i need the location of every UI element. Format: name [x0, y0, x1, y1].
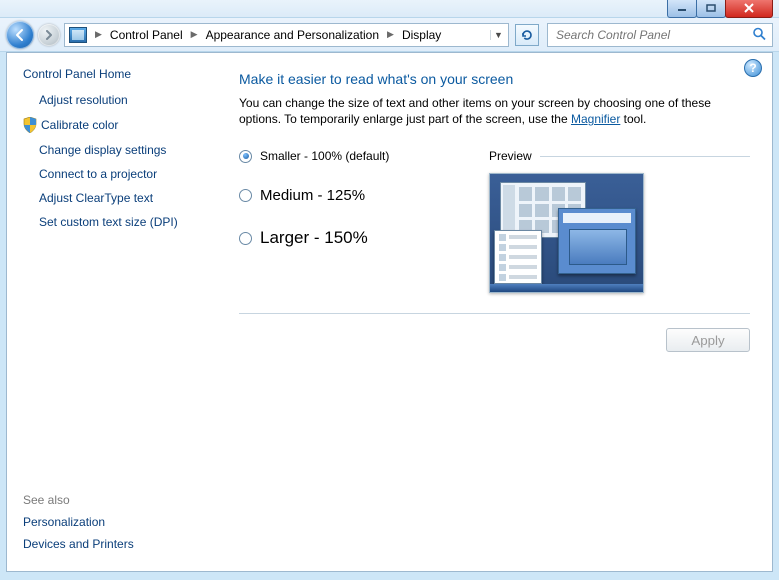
- maximize-button[interactable]: [696, 0, 726, 18]
- search-input[interactable]: [554, 27, 766, 43]
- chevron-right-icon[interactable]: ▶: [381, 29, 400, 40]
- address-dropdown-icon[interactable]: ▼: [490, 30, 506, 40]
- see-also-devices-printers[interactable]: Devices and Printers: [23, 537, 134, 551]
- page-title: Make it easier to read what's on your sc…: [239, 71, 750, 87]
- control-panel-home-link[interactable]: Control Panel Home: [23, 67, 207, 81]
- client-area: Control Panel Home Adjust resolution Cal…: [6, 52, 773, 572]
- desc-text-post: tool.: [620, 112, 646, 126]
- preview-taskbar-icon: [490, 284, 643, 292]
- scale-option-label: Smaller - 100% (default): [260, 149, 389, 163]
- breadcrumb-item[interactable]: Appearance and Personalization: [204, 28, 381, 42]
- see-also-label: See also: [23, 493, 134, 507]
- divider: [239, 313, 750, 314]
- scale-options: Smaller - 100% (default) Medium - 125% L…: [239, 149, 489, 293]
- window-caption-buttons: [668, 0, 773, 18]
- refresh-button[interactable]: [515, 24, 539, 46]
- scale-option-smaller[interactable]: Smaller - 100% (default): [239, 149, 489, 163]
- address-breadcrumb[interactable]: ▶ Control Panel ▶ Appearance and Persona…: [64, 23, 509, 47]
- preview-window-icon: [558, 208, 636, 274]
- navigation-toolbar: ▶ Control Panel ▶ Appearance and Persona…: [0, 18, 779, 52]
- window-titlebar: [0, 0, 779, 18]
- sidebar-link-adjust-resolution[interactable]: Adjust resolution: [39, 93, 207, 107]
- sidebar-link-calibrate-color[interactable]: Calibrate color: [23, 117, 207, 133]
- control-panel-icon: [69, 27, 87, 43]
- magnifier-link[interactable]: Magnifier: [571, 112, 620, 126]
- preview-label: Preview: [489, 149, 532, 163]
- minimize-button[interactable]: [667, 0, 697, 18]
- search-box[interactable]: [547, 23, 773, 47]
- scale-option-label: Medium - 125%: [260, 187, 365, 204]
- preview-image: [489, 173, 644, 293]
- divider: [540, 156, 750, 157]
- scale-option-larger[interactable]: Larger - 150%: [239, 228, 489, 248]
- sidebar: Control Panel Home Adjust resolution Cal…: [7, 53, 217, 571]
- see-also-personalization[interactable]: Personalization: [23, 515, 134, 529]
- close-button[interactable]: [725, 0, 773, 18]
- forward-button[interactable]: [38, 24, 60, 46]
- radio-icon: [239, 189, 252, 202]
- preview-window-icon: [494, 230, 542, 284]
- sidebar-link-label: Calibrate color: [41, 118, 118, 132]
- page-description: You can change the size of text and othe…: [239, 95, 750, 127]
- sidebar-link-change-display-settings[interactable]: Change display settings: [39, 143, 207, 157]
- scale-option-medium[interactable]: Medium - 125%: [239, 187, 489, 204]
- see-also-section: See also Personalization Devices and Pri…: [23, 493, 134, 559]
- search-icon[interactable]: [752, 26, 766, 43]
- help-icon[interactable]: ?: [744, 59, 762, 77]
- sidebar-link-connect-projector[interactable]: Connect to a projector: [39, 167, 207, 181]
- radio-icon: [239, 232, 252, 245]
- breadcrumb-item[interactable]: Display: [400, 28, 443, 42]
- radio-icon: [239, 150, 252, 163]
- back-button[interactable]: [6, 21, 34, 49]
- preview-section: Preview: [489, 149, 750, 293]
- breadcrumb-item[interactable]: Control Panel: [108, 28, 185, 42]
- main-content: ? Make it easier to read what's on your …: [217, 53, 772, 571]
- chevron-right-icon[interactable]: ▶: [89, 29, 108, 40]
- scale-option-label: Larger - 150%: [260, 228, 368, 248]
- shield-icon: [23, 117, 37, 133]
- chevron-right-icon[interactable]: ▶: [185, 29, 204, 40]
- apply-button[interactable]: Apply: [666, 328, 750, 352]
- sidebar-link-adjust-cleartype[interactable]: Adjust ClearType text: [39, 191, 207, 205]
- sidebar-link-custom-text-size[interactable]: Set custom text size (DPI): [39, 215, 207, 229]
